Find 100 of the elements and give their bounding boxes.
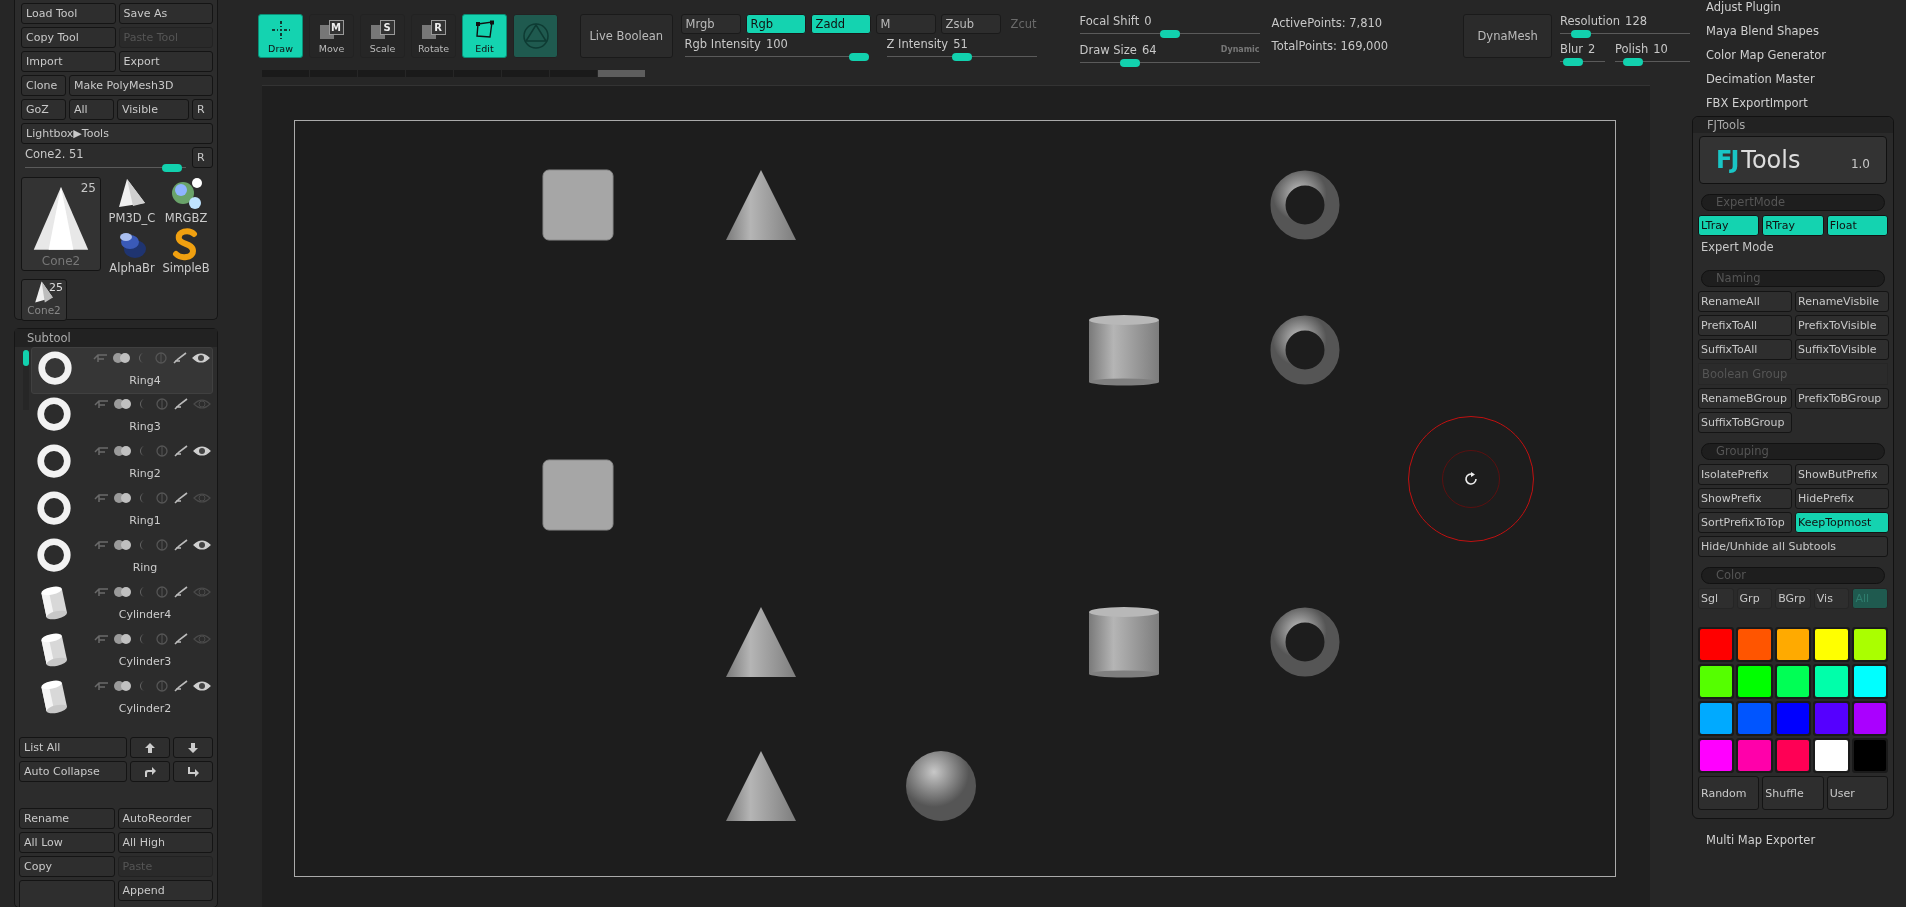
tool-button[interactable]: Copy Tool xyxy=(21,27,116,48)
slider-track[interactable] xyxy=(1560,29,1690,39)
slider-thumb[interactable] xyxy=(1623,58,1644,66)
transform-tool-button[interactable]: Edit xyxy=(462,14,507,58)
tool-button[interactable]: GoZ xyxy=(21,99,66,120)
tool-button[interactable]: Lightbox▶Tools xyxy=(21,123,213,144)
grouping-button[interactable]: ShowButPrefix xyxy=(1795,464,1889,485)
naming-button[interactable]: SuffixToAll xyxy=(1698,339,1792,360)
color-swatch[interactable] xyxy=(1853,740,1886,771)
circles-icon[interactable] xyxy=(113,492,133,504)
reset-button[interactable]: R xyxy=(192,147,213,168)
tool-thumbnail[interactable]: 25 Cone2 xyxy=(21,177,101,271)
tool-button[interactable]: Make PolyMesh3D xyxy=(69,75,213,96)
subtool-item[interactable]: Ring1 xyxy=(31,488,213,535)
tool-button[interactable]: All xyxy=(69,99,114,120)
brush-icon[interactable] xyxy=(173,445,189,457)
grouping-button[interactable]: ShowPrefix xyxy=(1698,488,1792,509)
arrow-icon[interactable] xyxy=(93,445,109,457)
brush-icon[interactable] xyxy=(173,492,189,504)
color-swatch[interactable] xyxy=(1738,666,1771,697)
color-swatch[interactable] xyxy=(1700,666,1733,697)
slider-track[interactable] xyxy=(684,52,869,62)
plugin-menu-item[interactable]: Decimation Master xyxy=(1706,72,1906,89)
grouping-button[interactable]: SortPrefixToTop xyxy=(1698,512,1792,533)
color-swatch[interactable] xyxy=(1776,740,1810,771)
move-down-button[interactable] xyxy=(173,737,213,758)
tool-button[interactable]: R xyxy=(192,99,213,120)
slider-track[interactable] xyxy=(25,163,186,173)
plugin-menu-item[interactable]: FBX ExportImport xyxy=(1706,96,1906,113)
color-swatch[interactable] xyxy=(1815,740,1848,771)
plugin-menu-item[interactable]: Maya Blend Shapes xyxy=(1706,24,1906,41)
color-swatch[interactable] xyxy=(1815,629,1848,660)
tool-button[interactable]: Import xyxy=(21,51,116,72)
subtool-item[interactable]: Cylinder4 xyxy=(31,582,213,629)
color-swatch[interactable] xyxy=(1776,703,1810,734)
subtool-item[interactable]: Cylinder2 xyxy=(31,676,213,723)
tool-item[interactable]: MRGBZ xyxy=(159,177,213,225)
color-scope-tab[interactable]: Vis xyxy=(1813,588,1850,609)
color-swatch[interactable] xyxy=(1738,740,1771,771)
mode-button[interactable]: Zsub xyxy=(940,14,1001,34)
panel-title[interactable]: Subtool xyxy=(15,329,217,347)
brush-icon[interactable] xyxy=(173,680,189,692)
subtool-item[interactable]: Cylinder3 xyxy=(31,629,213,676)
transform-tool-button[interactable]: S Scale xyxy=(360,14,405,58)
color-scope-tab[interactable]: Grp xyxy=(1736,588,1773,609)
slider-track[interactable] xyxy=(886,52,1037,62)
color-scope-tab[interactable]: BGrp xyxy=(1775,588,1811,609)
slider-track[interactable] xyxy=(1079,29,1260,39)
panel-title[interactable]: FJTools xyxy=(1693,117,1893,133)
circles-icon[interactable] xyxy=(113,398,133,410)
circles-icon[interactable] xyxy=(113,445,133,457)
tool-button[interactable]: All Low xyxy=(19,832,115,853)
circles-icon[interactable] xyxy=(113,633,133,645)
mode-button[interactable]: Zadd xyxy=(810,14,871,34)
color-swatch[interactable] xyxy=(1700,740,1733,771)
subtool-item[interactable]: Ring xyxy=(31,535,213,582)
circles-icon[interactable] xyxy=(112,352,132,364)
tool-button[interactable]: Rename xyxy=(19,808,115,829)
slider-thumb[interactable] xyxy=(161,164,182,172)
slider-thumb[interactable] xyxy=(1562,58,1583,66)
dynamesh-button[interactable]: DynaMesh xyxy=(1463,14,1552,58)
color-swatch[interactable] xyxy=(1776,666,1810,697)
mode-button[interactable]: Rgb xyxy=(745,14,806,34)
mode-button[interactable]: M xyxy=(875,14,936,34)
brush-icon[interactable] xyxy=(173,539,189,551)
live-boolean-button[interactable]: Live Boolean xyxy=(580,14,673,58)
color-scope-tab[interactable]: Sgl xyxy=(1698,588,1734,609)
transform-tool-button[interactable]: Draw xyxy=(258,14,303,58)
bgroup-button[interactable]: PrefixToBGroup xyxy=(1795,388,1889,409)
turn-right-button[interactable] xyxy=(130,761,170,782)
tool-button[interactable]: Copy xyxy=(19,856,115,877)
color-swatch[interactable] xyxy=(1853,703,1886,734)
arrow-icon[interactable] xyxy=(93,633,109,645)
grouping-button[interactable]: HidePrefix xyxy=(1795,488,1889,509)
tool-button[interactable]: Visible xyxy=(117,99,189,120)
brush-icon[interactable] xyxy=(173,633,189,645)
color-swatch[interactable] xyxy=(1700,629,1733,660)
subtool-item[interactable]: Ring4 xyxy=(31,347,213,394)
tool-button[interactable]: Clone xyxy=(21,75,66,96)
naming-button[interactable]: PrefixToAll xyxy=(1698,315,1792,336)
brush-icon[interactable] xyxy=(173,586,189,598)
arrow-icon[interactable] xyxy=(93,680,109,692)
plugin-menu-item[interactable]: Color Map Generator xyxy=(1706,48,1906,65)
color-swatch[interactable] xyxy=(1738,703,1771,734)
subtool-item[interactable]: Ring3 xyxy=(31,394,213,441)
brush-icon[interactable] xyxy=(172,352,188,364)
tray-button[interactable]: LTray xyxy=(1698,215,1760,236)
arrow-icon[interactable] xyxy=(93,586,109,598)
subtool-item[interactable]: Ring2 xyxy=(31,441,213,488)
plugin-menu-item[interactable]: Multi Map Exporter xyxy=(1690,819,1906,850)
color-action-button[interactable]: Shuffle xyxy=(1762,776,1824,810)
grouping-button[interactable]: KeepTopmost xyxy=(1795,512,1889,533)
circles-icon[interactable] xyxy=(113,539,133,551)
tool-button[interactable]: All High xyxy=(117,832,213,853)
mode-button[interactable]: Mrgb xyxy=(680,14,741,34)
naming-button[interactable]: RenameAll xyxy=(1698,291,1792,312)
color-swatch[interactable] xyxy=(1853,629,1886,660)
move-up-button[interactable] xyxy=(130,737,170,758)
slider-thumb[interactable] xyxy=(1119,59,1140,67)
naming-button[interactable]: SuffixToVisible xyxy=(1795,339,1889,360)
